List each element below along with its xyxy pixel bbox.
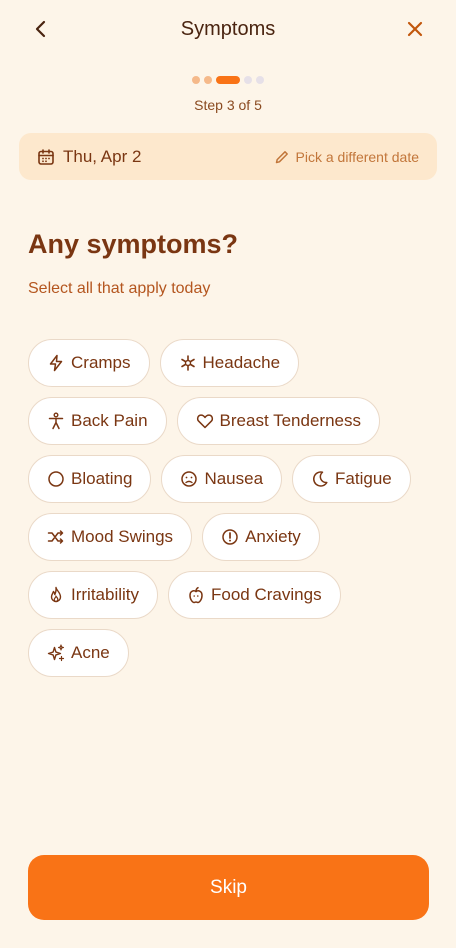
shuffle-icon [47,530,64,544]
asterisk-icon [180,355,195,371]
symptom-chip-food-cravings[interactable]: Food Cravings [168,571,341,619]
symptom-list: Cramps Headache Back Pain Breast Tendern… [28,339,428,677]
symptom-label: Back Pain [71,411,148,430]
progress-dot [192,76,200,84]
circle-icon [48,471,64,487]
symptom-label: Anxiety [245,527,301,546]
symptom-label: Acne [71,643,110,662]
symptom-label: Bloating [71,469,133,488]
symptom-label: Cramps [71,353,131,372]
change-date-label: Pick a different date [295,148,419,165]
question-heading: Any symptoms? [28,229,239,259]
person-icon [48,412,64,430]
symptom-chip-fatigue[interactable]: Fatigue [292,455,411,503]
sparkles-icon [47,644,65,662]
page-title: Symptoms [180,18,276,40]
header: Symptoms [0,0,456,60]
selected-date: Thu, Apr 2 [63,146,142,166]
calendar-icon [38,148,54,165]
symptom-chip-cramps[interactable]: Cramps [28,339,150,387]
change-date-button[interactable]: Pick a different date [274,149,419,165]
step-progress [0,76,456,84]
symptom-chip-breast-tenderness[interactable]: Breast Tenderness [176,397,380,445]
lightning-icon [49,354,63,372]
progress-dot-active [216,76,240,84]
symptom-label: Headache [202,353,281,372]
symptom-chip-bloating[interactable]: Bloating [28,455,152,503]
symptom-chip-acne[interactable]: Acne [28,629,129,677]
apple-icon [189,586,203,604]
progress-dot [244,76,252,84]
sick-face-icon [181,471,198,487]
skip-button[interactable]: Skip [28,855,429,920]
symptom-chip-back-pain[interactable]: Back Pain [28,397,167,445]
symptom-label: Breast Tenderness [219,411,361,430]
step-label: Step 3 of 5 [194,97,262,113]
symptom-chip-mood-swings[interactable]: Mood Swings [28,513,193,561]
symptom-label: Mood Swings [71,527,174,546]
question-subheading: Select all that apply today [28,280,211,297]
pencil-icon [275,150,288,163]
heart-icon [196,414,213,429]
progress-dot [204,76,212,84]
symptom-chip-anxiety[interactable]: Anxiety [202,513,320,561]
symptom-chip-irritability[interactable]: Irritability [28,571,159,619]
close-button[interactable] [398,12,432,46]
flame-icon [50,586,62,603]
symptom-label: Irritability [71,585,140,604]
close-icon [407,21,423,37]
date-bar: Thu, Apr 2 Pick a different date [19,133,437,180]
progress-dot [256,76,264,84]
moon-icon [313,471,328,487]
symptom-label: Nausea [204,469,264,488]
symptom-chip-headache[interactable]: Headache [159,339,300,387]
alert-circle-icon [222,529,238,545]
symptom-label: Food Cravings [211,585,322,604]
symptom-label: Fatigue [335,469,392,488]
symptom-chip-nausea[interactable]: Nausea [161,455,283,503]
